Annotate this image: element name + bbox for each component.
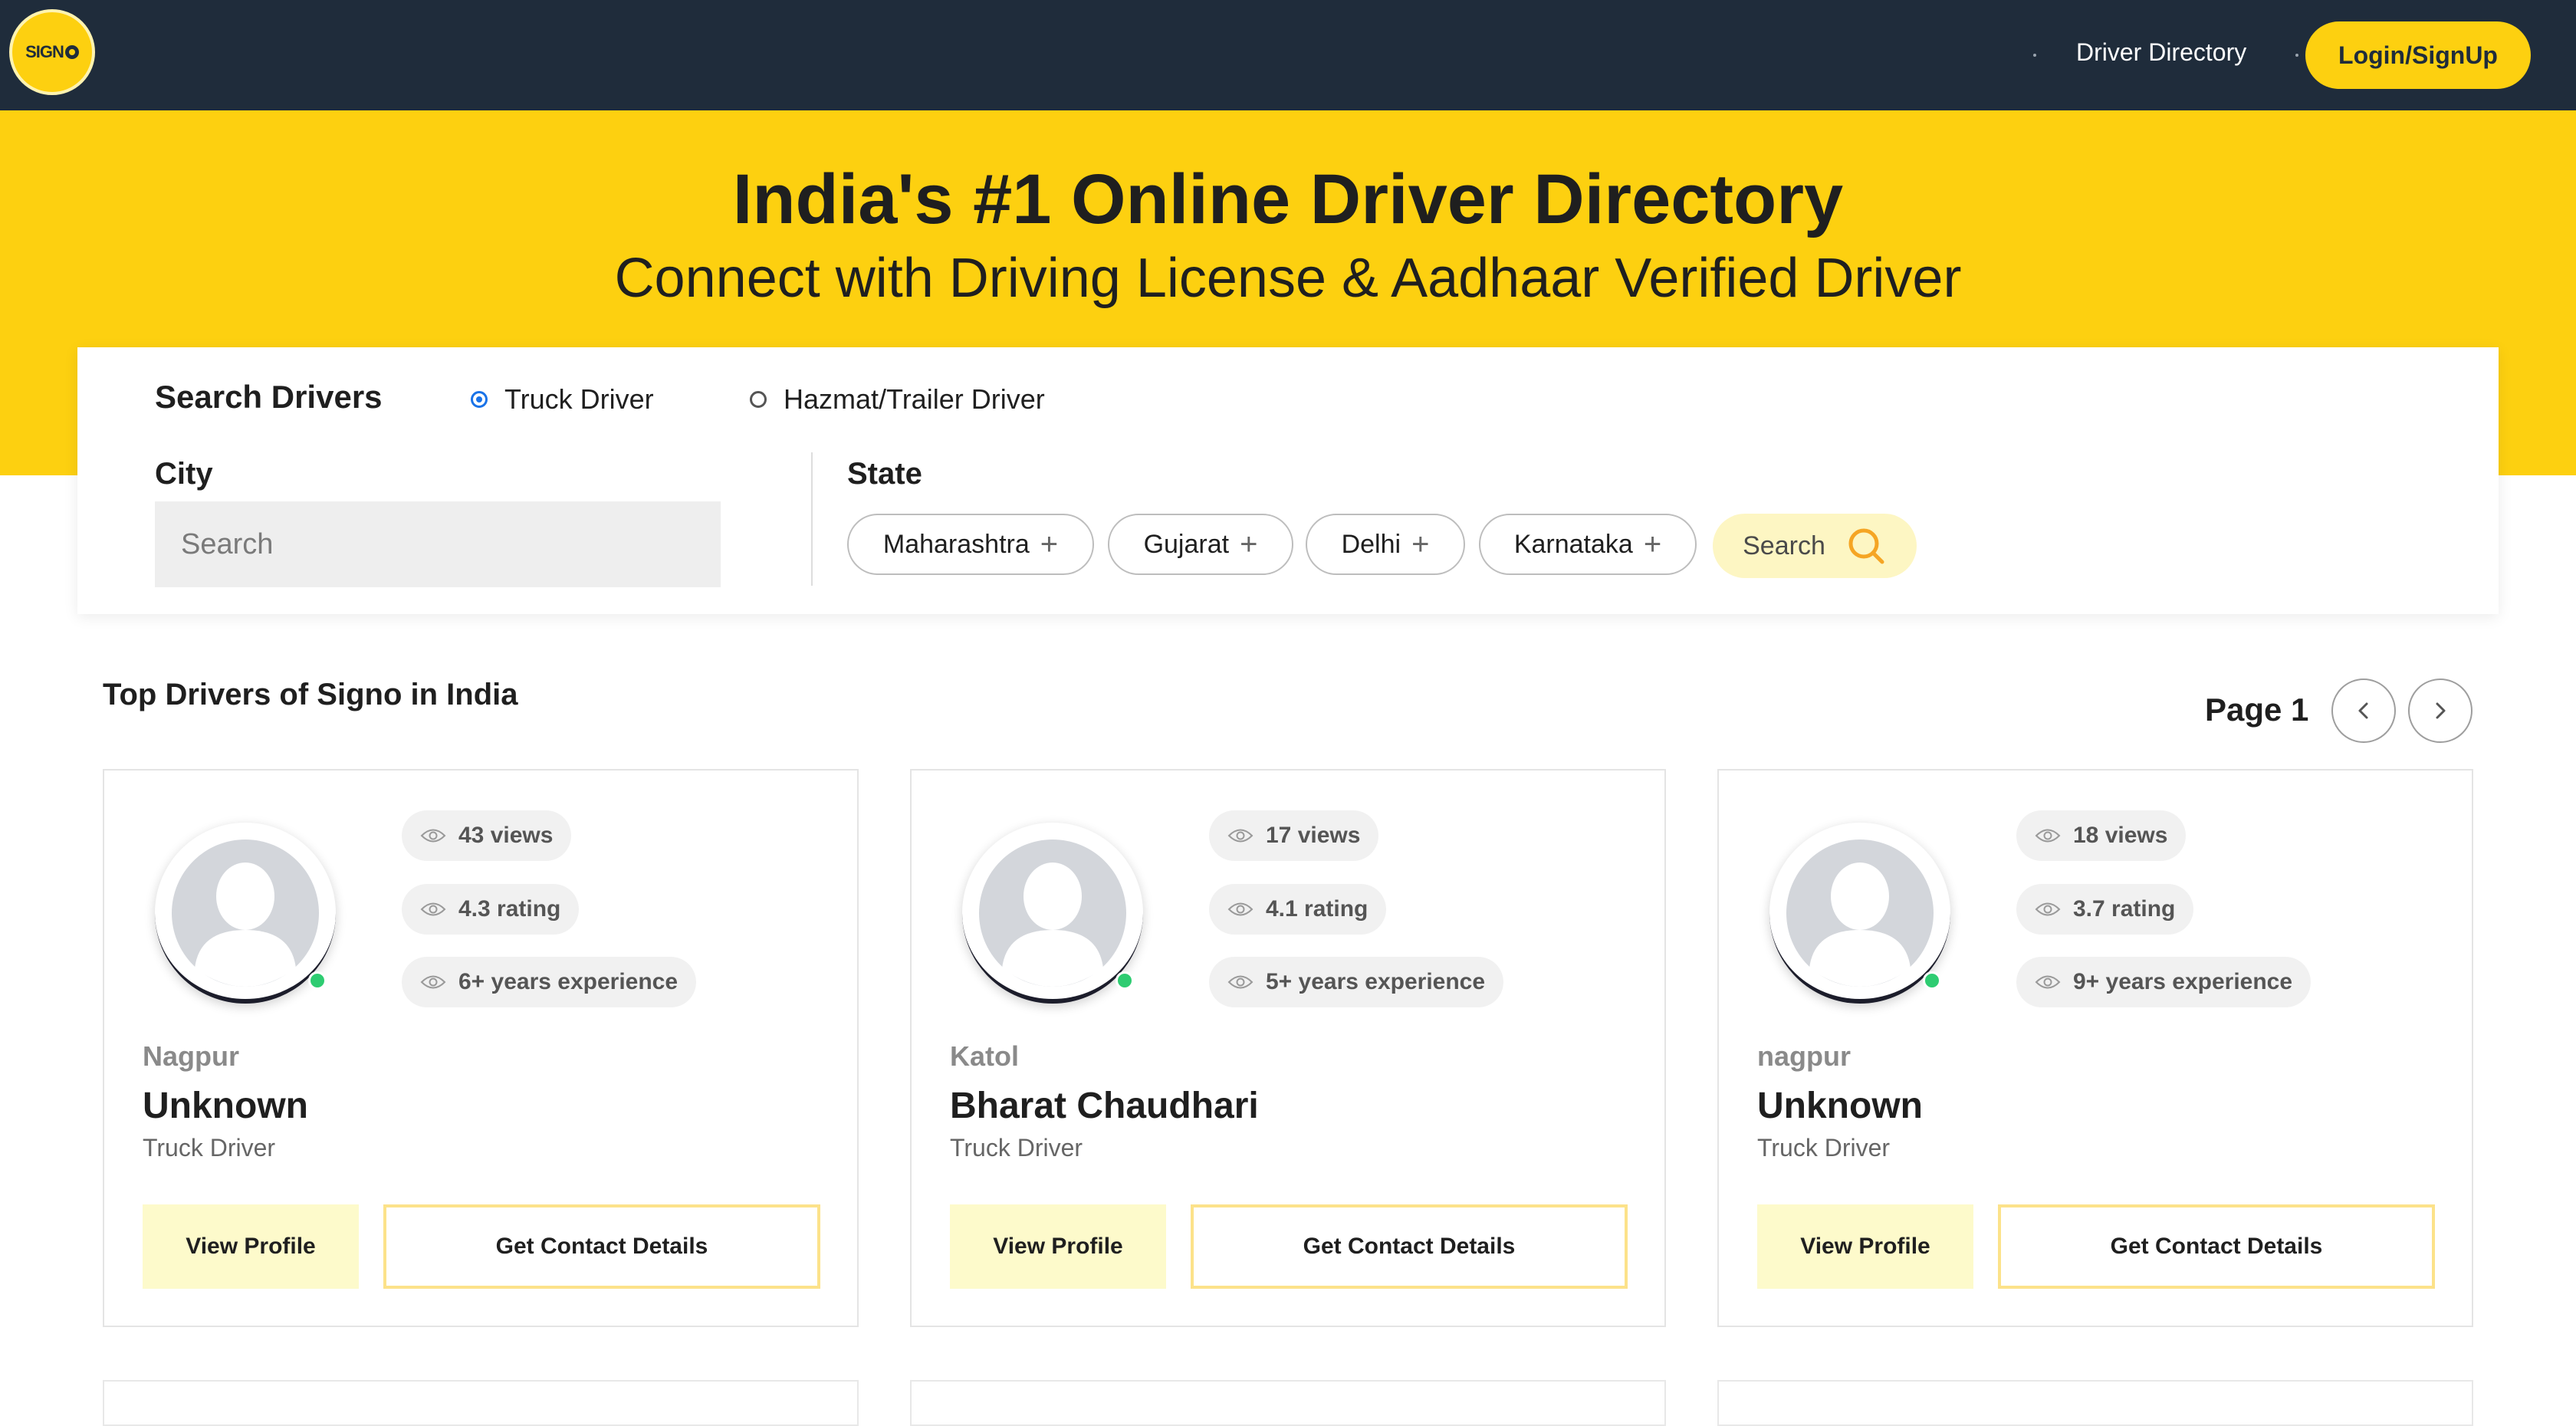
state-chip-gujarat[interactable]: Gujarat +: [1108, 514, 1293, 575]
driver-name: Bharat Chaudhari: [950, 1086, 1259, 1126]
online-status-indicator: [308, 971, 327, 990]
city-search-input[interactable]: [155, 501, 721, 587]
radio-selected-indicator[interactable]: [471, 391, 488, 408]
eye-icon: [420, 902, 446, 916]
driver-card-partial: [103, 1380, 859, 1426]
rating-text: 4.3 rating: [458, 896, 561, 922]
eye-icon: [2035, 975, 2061, 989]
radio-hazmat-trailer-driver[interactable]: Hazmat/Trailer Driver: [750, 383, 1045, 416]
driver-city: nagpur: [1757, 1040, 1851, 1072]
section-title: Top Drivers of Signo in India: [103, 678, 518, 711]
chevron-left-icon: [2358, 702, 2368, 719]
rating-badge: 4.1 rating: [1209, 884, 1387, 935]
field-divider: [811, 452, 813, 586]
rating-badge: 3.7 rating: [2016, 884, 2194, 935]
chip-label: Gujarat: [1143, 529, 1230, 559]
views-text: 18 views: [2073, 823, 2168, 848]
driver-card-partial: [1717, 1380, 2473, 1426]
driver-avatar-wrapper: [1769, 823, 1950, 1004]
views-badge: 18 views: [2016, 810, 2187, 861]
hero-subtitle: Connect with Driving License & Aadhaar V…: [614, 248, 1962, 309]
nav-separator-dot: [2295, 54, 2298, 57]
eye-icon: [2035, 902, 2061, 916]
driver-avatar-wrapper: [962, 823, 1143, 1004]
driver-card-partial: [910, 1380, 1666, 1426]
driver-card: 43 views 4.3 rating 6+ years experience …: [103, 769, 859, 1327]
next-page-button[interactable]: [2408, 678, 2472, 743]
hero-title: India's #1 Online Driver Directory: [732, 160, 1844, 238]
search-button[interactable]: Search: [1713, 514, 1917, 578]
eye-icon: [1227, 975, 1254, 989]
state-chip-delhi[interactable]: Delhi +: [1306, 514, 1465, 575]
eye-icon: [420, 975, 446, 989]
chevron-right-icon: [2436, 702, 2446, 719]
driver-role: Truck Driver: [950, 1134, 1083, 1162]
previous-page-button[interactable]: [2331, 678, 2396, 743]
city-label: City: [155, 457, 213, 491]
driver-name: Unknown: [143, 1086, 308, 1126]
driver-card: 17 views 4.1 rating 5+ years experience …: [910, 769, 1666, 1327]
page-indicator: Page 1: [2205, 692, 2309, 728]
radio-label: Hazmat/Trailer Driver: [784, 383, 1045, 415]
search-button-label: Search: [1743, 531, 1825, 560]
rating-badge: 4.3 rating: [402, 884, 580, 935]
plus-icon: +: [1643, 527, 1662, 561]
plus-icon: +: [1040, 527, 1059, 561]
eye-icon: [420, 829, 446, 843]
views-text: 43 views: [458, 823, 554, 848]
radio-unselected-indicator[interactable]: [750, 391, 767, 408]
rating-text: 4.1 rating: [1266, 896, 1368, 922]
online-status-indicator: [1116, 971, 1134, 990]
chip-label: Maharashtra: [882, 529, 1030, 559]
views-text: 17 views: [1266, 823, 1361, 848]
radio-label: Truck Driver: [504, 383, 654, 415]
experience-badge: 6+ years experience: [402, 957, 697, 1007]
plus-icon: +: [1411, 527, 1430, 561]
top-navbar: SIGN Driver Directory Login/SignUp: [0, 0, 2576, 110]
rating-text: 3.7 rating: [2073, 896, 2176, 922]
experience-text: 5+ years experience: [1266, 969, 1486, 994]
logo-text: SIGN: [25, 42, 64, 61]
login-signup-button[interactable]: Login/SignUp: [2305, 21, 2531, 89]
state-chip-maharashtra[interactable]: Maharashtra +: [847, 514, 1094, 575]
plus-icon: +: [1240, 527, 1258, 561]
experience-text: 6+ years experience: [458, 969, 678, 994]
eye-icon: [2035, 829, 2061, 843]
nav-separator-dot: [2033, 54, 2036, 57]
signo-logo[interactable]: SIGN: [9, 9, 95, 95]
experience-badge: 9+ years experience: [2016, 957, 2312, 1007]
radio-truck-driver[interactable]: Truck Driver: [471, 383, 654, 416]
state-label: State: [847, 457, 922, 491]
driver-city: Nagpur: [143, 1040, 239, 1072]
eye-icon: [1227, 829, 1254, 843]
view-profile-button[interactable]: View Profile: [143, 1204, 359, 1289]
search-icon: [1848, 528, 1884, 564]
driver-card: 18 views 3.7 rating 9+ years experience …: [1717, 769, 2473, 1327]
driver-role: Truck Driver: [1757, 1134, 1891, 1162]
driver-name: Unknown: [1757, 1086, 1923, 1126]
driver-avatar-wrapper: [155, 823, 336, 1004]
view-profile-button[interactable]: View Profile: [1757, 1204, 1973, 1289]
nav-driver-directory-link[interactable]: Driver Directory: [2076, 38, 2246, 67]
state-chip-karnataka[interactable]: Karnataka +: [1479, 514, 1697, 575]
online-status-indicator: [1923, 971, 1941, 990]
experience-badge: 5+ years experience: [1209, 957, 1504, 1007]
search-heading: Search Drivers: [155, 379, 383, 415]
views-badge: 43 views: [402, 810, 572, 861]
views-badge: 17 views: [1209, 810, 1379, 861]
get-contact-details-button[interactable]: Get Contact Details: [1998, 1204, 2435, 1289]
chip-label: Karnataka: [1513, 529, 1633, 559]
driver-city: Katol: [950, 1040, 1019, 1072]
get-contact-details-button[interactable]: Get Contact Details: [1191, 1204, 1628, 1289]
logo-ring-icon: [64, 45, 79, 59]
driver-role: Truck Driver: [143, 1134, 276, 1162]
eye-icon: [1227, 902, 1254, 916]
get-contact-details-button[interactable]: Get Contact Details: [383, 1204, 820, 1289]
chip-label: Delhi: [1341, 529, 1401, 559]
view-profile-button[interactable]: View Profile: [950, 1204, 1166, 1289]
experience-text: 9+ years experience: [2073, 969, 2293, 994]
